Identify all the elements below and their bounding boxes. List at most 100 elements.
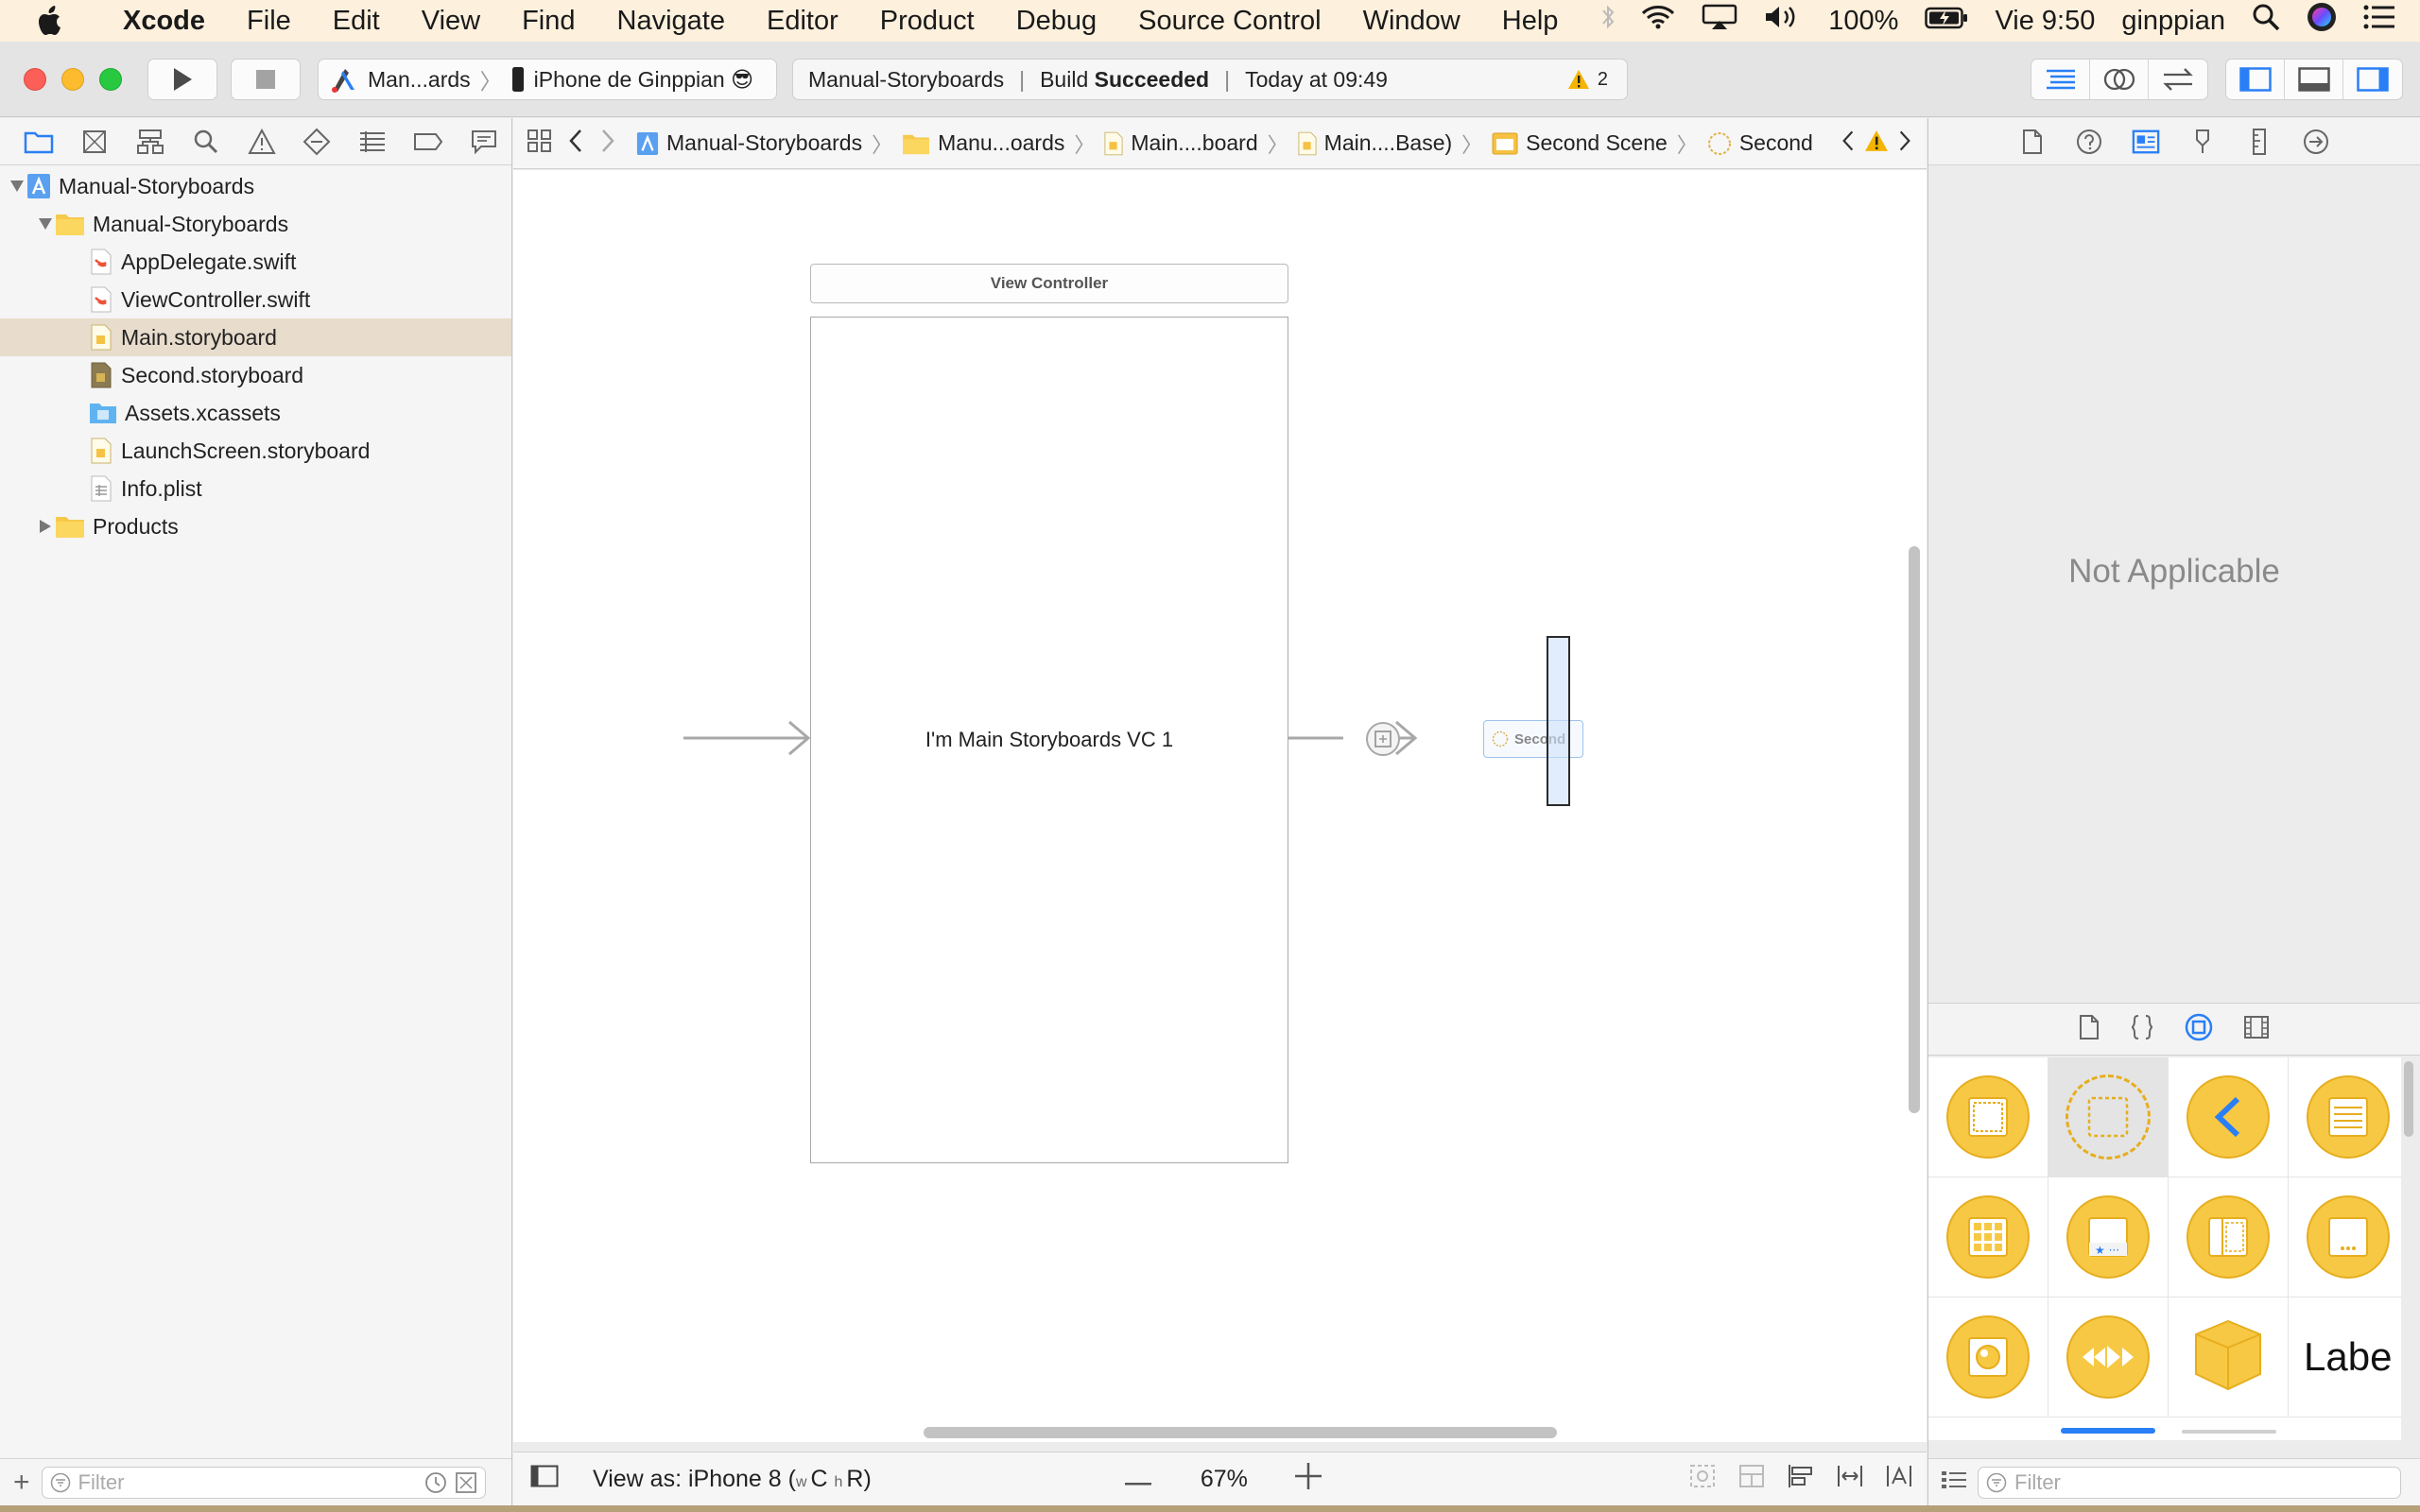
debug-navigator-tab[interactable] [345, 129, 401, 154]
notification-center-icon[interactable] [2363, 4, 2395, 38]
tree-row-file[interactable]: AppDelegate.swift [0, 243, 511, 281]
battery-icon[interactable] [1925, 6, 1968, 37]
forward-chevron-icon[interactable] [600, 129, 615, 159]
menu-debug[interactable]: Debug [995, 6, 1117, 37]
breadcrumb-storyboard-reference[interactable]: Second [1707, 130, 1813, 156]
menu-help[interactable]: Help [1481, 6, 1580, 37]
stop-button[interactable] [231, 59, 301, 100]
scheme-selector[interactable]: Man...ards 〉 iPhone de Ginppian 😎 [318, 59, 777, 100]
disclosure-open-icon[interactable] [8, 180, 26, 193]
tree-row-file[interactable]: LaunchScreen.storyboard [0, 432, 511, 470]
view-as-device-button[interactable]: View as: iPhone 8 ( w C h R) [593, 1466, 872, 1493]
menubar-clock[interactable]: Vie 9:50 [1995, 6, 2095, 37]
attributes-inspector-tab[interactable] [2188, 129, 2217, 155]
object-library-tab[interactable] [2185, 1013, 2213, 1046]
report-navigator-tab[interactable] [456, 129, 511, 155]
toggle-utilities-button[interactable] [2343, 60, 2402, 99]
add-file-icon[interactable]: + [13, 1468, 30, 1497]
tree-row-file[interactable]: ViewController.swift [0, 281, 511, 318]
breakpoint-navigator-tab[interactable] [400, 131, 456, 152]
toggle-document-outline-icon[interactable] [530, 1465, 559, 1494]
library-item-object[interactable] [2169, 1297, 2289, 1418]
tree-row-file[interactable]: Assets.xcassets [0, 394, 511, 432]
next-issue-chevron-icon[interactable] [1898, 129, 1911, 158]
scene-label[interactable]: I'm Main Storyboards VC 1 [925, 728, 1173, 752]
library-item-table-view-controller[interactable] [2289, 1057, 2401, 1177]
menu-window[interactable]: Window [1342, 6, 1481, 37]
quick-help-inspector-tab[interactable] [2075, 129, 2103, 155]
menu-file[interactable]: File [226, 6, 312, 37]
library-item-navigation-controller[interactable] [2169, 1057, 2289, 1177]
apple-menu-icon[interactable] [0, 6, 102, 36]
storyboard-canvas[interactable]: View Controller I'm Main Storyboards VC … [513, 170, 1927, 1442]
library-item-av-player-view-controller[interactable] [2048, 1297, 2169, 1418]
tree-row-group-folder[interactable]: Products [0, 507, 511, 545]
resolve-autolayout-issues-icon[interactable] [1885, 1463, 1913, 1496]
zoom-window-button[interactable] [99, 68, 122, 91]
code-snippet-library-tab[interactable] [2130, 1014, 2154, 1045]
version-editor-button[interactable] [2149, 60, 2207, 99]
navigator-filter-field[interactable]: Filter [41, 1466, 486, 1499]
identity-inspector-tab[interactable] [2132, 129, 2160, 155]
canvas-horizontal-scrollbar[interactable] [924, 1427, 1557, 1438]
minimize-window-button[interactable] [61, 68, 84, 91]
file-inspector-tab[interactable] [2018, 129, 2047, 155]
tree-row-file[interactable]: Second.storyboard [0, 356, 511, 394]
zoom-in-button[interactable] [1294, 1462, 1322, 1496]
library-item-collection-view-controller[interactable] [1928, 1177, 2048, 1297]
source-control-status-filter-icon[interactable] [455, 1471, 477, 1494]
toggle-navigator-button[interactable] [2226, 60, 2285, 99]
scene-title-bar[interactable]: View Controller [810, 264, 1288, 303]
library-item-tab-bar-controller[interactable]: ★ ··· [2048, 1177, 2169, 1297]
related-items-grid-icon[interactable] [527, 129, 553, 159]
size-inspector-tab[interactable] [2245, 128, 2273, 156]
tree-row-project[interactable]: Manual-Storyboards [0, 167, 511, 205]
siri-icon[interactable] [2307, 2, 2337, 40]
align-icon[interactable] [1787, 1463, 1815, 1496]
menu-source-control[interactable]: Source Control [1117, 6, 1341, 37]
close-window-button[interactable] [24, 68, 46, 91]
segue-connection[interactable] [1288, 716, 1421, 760]
library-scrollbar[interactable] [2404, 1061, 2413, 1137]
test-navigator-tab[interactable] [289, 128, 345, 156]
volume-icon[interactable] [1764, 4, 1802, 38]
standard-editor-button[interactable] [2031, 60, 2090, 99]
tree-row-file-selected[interactable]: Main.storyboard [0, 318, 511, 356]
zoom-out-button[interactable] [1124, 1466, 1151, 1493]
library-filter-field[interactable]: Filter [1978, 1466, 2401, 1499]
update-frames-icon[interactable] [1688, 1463, 1717, 1496]
issue-warning-icon[interactable] [1864, 129, 1889, 158]
breadcrumb-scene[interactable]: Second Scene [1492, 130, 1668, 156]
menu-view[interactable]: View [401, 6, 501, 37]
menu-xcode[interactable]: Xcode [102, 6, 226, 37]
wifi-icon[interactable] [1641, 5, 1675, 37]
library-view-mode-icon[interactable] [1942, 1469, 1966, 1495]
library-item-storyboard-reference[interactable] [2048, 1057, 2169, 1177]
source-control-navigator-tab[interactable] [67, 129, 123, 155]
breadcrumb-localization[interactable]: Main....Base) [1298, 130, 1452, 156]
symbol-navigator-tab[interactable] [123, 129, 179, 155]
toggle-debug-area-button[interactable] [2285, 60, 2343, 99]
library-item-label[interactable]: Labe [2289, 1297, 2401, 1418]
menu-find[interactable]: Find [501, 6, 596, 37]
airplay-icon[interactable] [1702, 4, 1737, 38]
media-library-tab[interactable] [2243, 1015, 2270, 1044]
library-item-glkit-view-controller[interactable] [1928, 1297, 2048, 1418]
embed-in-stack-icon[interactable] [1737, 1463, 1766, 1496]
bluetooth-icon[interactable] [1601, 4, 1615, 38]
segue-show-icon[interactable] [1366, 722, 1400, 756]
menu-edit[interactable]: Edit [312, 6, 401, 37]
breadcrumb-project[interactable]: Manual-Storyboards [636, 130, 862, 156]
add-constraints-icon[interactable] [1836, 1463, 1864, 1496]
library-item-split-view-controller[interactable] [2169, 1177, 2289, 1297]
run-button[interactable] [147, 59, 217, 100]
menubar-user[interactable]: ginppian [2121, 6, 2225, 37]
disclosure-closed-icon[interactable] [36, 519, 55, 534]
issue-navigator-tab[interactable] [233, 128, 289, 155]
library-item-view-controller[interactable] [1928, 1057, 2048, 1177]
library-item-page-view-controller[interactable] [2289, 1177, 2401, 1297]
breadcrumb-file[interactable]: Main....board [1104, 130, 1258, 156]
menu-product[interactable]: Product [859, 6, 995, 37]
file-template-library-tab[interactable] [2079, 1014, 2100, 1045]
canvas-vertical-scrollbar[interactable] [1909, 546, 1920, 1113]
